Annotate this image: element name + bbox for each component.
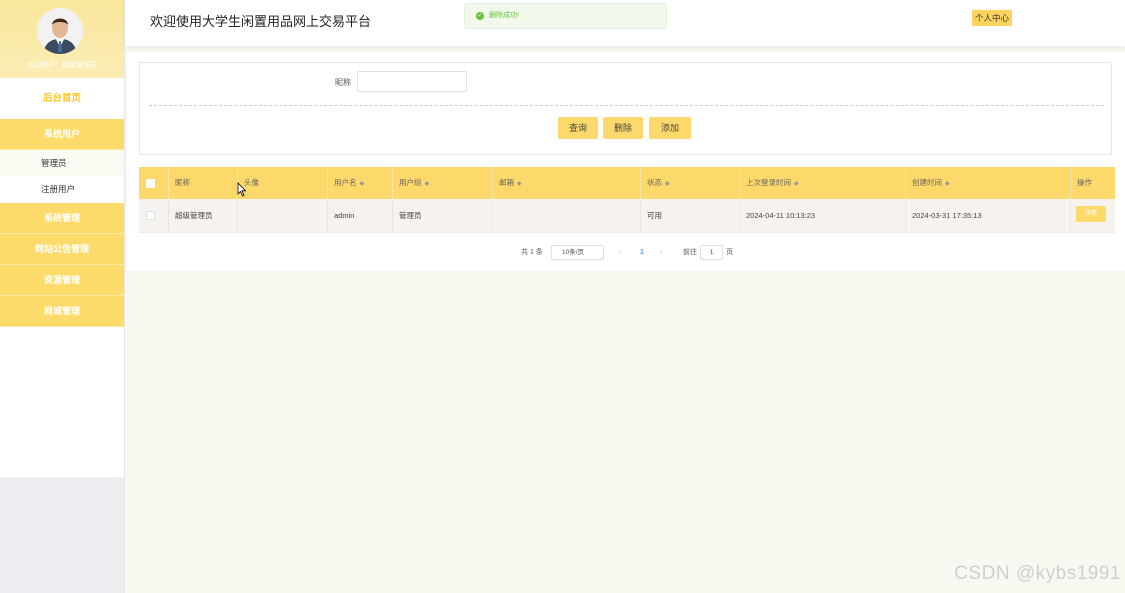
select-all-checkbox[interactable] [146, 179, 155, 188]
cell-nickname: 超级管理员 [169, 199, 238, 232]
next-page-icon[interactable]: › [660, 245, 662, 261]
cell-status: 可用 [641, 199, 740, 232]
row-checkbox[interactable] [146, 211, 155, 220]
page-number[interactable]: 1 [640, 245, 644, 261]
header-last-login[interactable]: 上次登录时间 ◆ [740, 167, 906, 199]
row-select-cell [139, 199, 169, 232]
total-count: 共 1 条 [521, 249, 543, 256]
welcome-user-text: 欢迎用户：超级管理员 [27, 62, 97, 69]
header-status[interactable]: 状态 ◆ [641, 167, 740, 199]
cell-last-login: 2024-04-11 10:13:23 [740, 199, 906, 232]
sort-icon: ◆ [945, 181, 950, 187]
success-toast: ✓ 删除成功! [464, 3, 667, 29]
header-email[interactable]: 邮箱 ◆ [493, 167, 641, 199]
sort-icon: ◆ [517, 181, 522, 187]
nickname-label: 昵称 [335, 78, 351, 87]
header-avatar: 头像 [238, 167, 328, 199]
table-row: 超级管理员 admin 管理员 可用 2024-04-11 10:13:23 2… [139, 199, 1115, 233]
detail-button[interactable]: 详情 [1076, 206, 1106, 222]
cell-group: 管理员 [393, 199, 493, 232]
cell-avatar [238, 199, 328, 232]
profile-center-button[interactable]: 个人中心 [972, 10, 1013, 26]
table-header: 昵称 头像 用户名 ◆ 用户组 ◆ 邮箱 ◆ 状态 ◆ 上次登录时间 ◆ 创建时间 ◆ 操作 [139, 167, 1115, 199]
page-size-select[interactable]: 10条/页 [551, 245, 604, 260]
header-username[interactable]: 用户名 ◆ [328, 167, 393, 199]
select-all-cell [139, 167, 169, 199]
goto-label: 前往 [683, 249, 697, 256]
add-button[interactable]: 添加 [649, 117, 691, 139]
query-button[interactable]: 查询 [558, 117, 598, 139]
sort-icon: ◆ [359, 181, 365, 187]
header-nickname: 昵称 [169, 167, 238, 199]
header-group[interactable]: 用户组 ◆ [393, 167, 493, 199]
submenu-admin[interactable]: 管理员 [0, 150, 124, 176]
pagination: 共 1 条 10条/页 ‹ 1 › 前往 1 页 [0, 245, 1125, 261]
divider [149, 105, 1104, 106]
toast-message: 删除成功! [489, 12, 519, 19]
cell-email [493, 199, 641, 232]
profile-panel: 欢迎用户：超级管理员 [0, 0, 124, 78]
menu-resource[interactable]: 资源管理 [0, 265, 124, 296]
avatar [37, 8, 83, 54]
menu-mall[interactable]: 商城管理 [0, 296, 124, 327]
search-form: 昵称 查询 删除 添加 [139, 62, 1112, 155]
menu-system-users[interactable]: 系统用户 [0, 119, 124, 150]
watermark: CSDN @kybs1991 [954, 563, 1121, 584]
header-action: 操作 [1077, 178, 1092, 187]
mouse-cursor-icon [237, 182, 247, 197]
sidebar: 欢迎用户：超级管理员 后台首页 系统用户 管理员 注册用户 系统管理 网站公告管… [0, 0, 125, 593]
app-title: 欢迎使用大学生闲置用品网上交易平台 [150, 14, 372, 29]
sort-icon: ◆ [794, 181, 799, 187]
user-table: 昵称 头像 用户名 ◆ 用户组 ◆ 邮箱 ◆ 状态 ◆ 上次登录时间 ◆ 创建时间 ◆ 操作… [139, 167, 1115, 233]
header-created[interactable]: 创建时间 ◆ [906, 167, 1071, 199]
top-bar: 欢迎使用大学生闲置用品网上交易平台 ✓ 删除成功! 个人中心 [125, 0, 1125, 46]
submenu-registered-users[interactable]: 注册用户 [0, 176, 124, 202]
cell-username: admin [328, 199, 393, 232]
sort-icon: ◆ [665, 181, 670, 187]
nickname-input[interactable] [357, 71, 467, 92]
goto-page-input[interactable]: 1 [700, 245, 723, 260]
page-suffix: 页 [726, 249, 733, 256]
menu-system-management[interactable]: 系统管理 [0, 203, 124, 234]
menu-home[interactable]: 后台首页 [0, 84, 124, 114]
sort-icon: ◆ [424, 181, 430, 187]
check-icon: ✓ [476, 12, 484, 20]
cell-created: 2024-03-31 17:35:13 [906, 199, 1071, 232]
prev-page-icon[interactable]: ‹ [619, 245, 621, 261]
delete-button[interactable]: 删除 [603, 117, 643, 139]
